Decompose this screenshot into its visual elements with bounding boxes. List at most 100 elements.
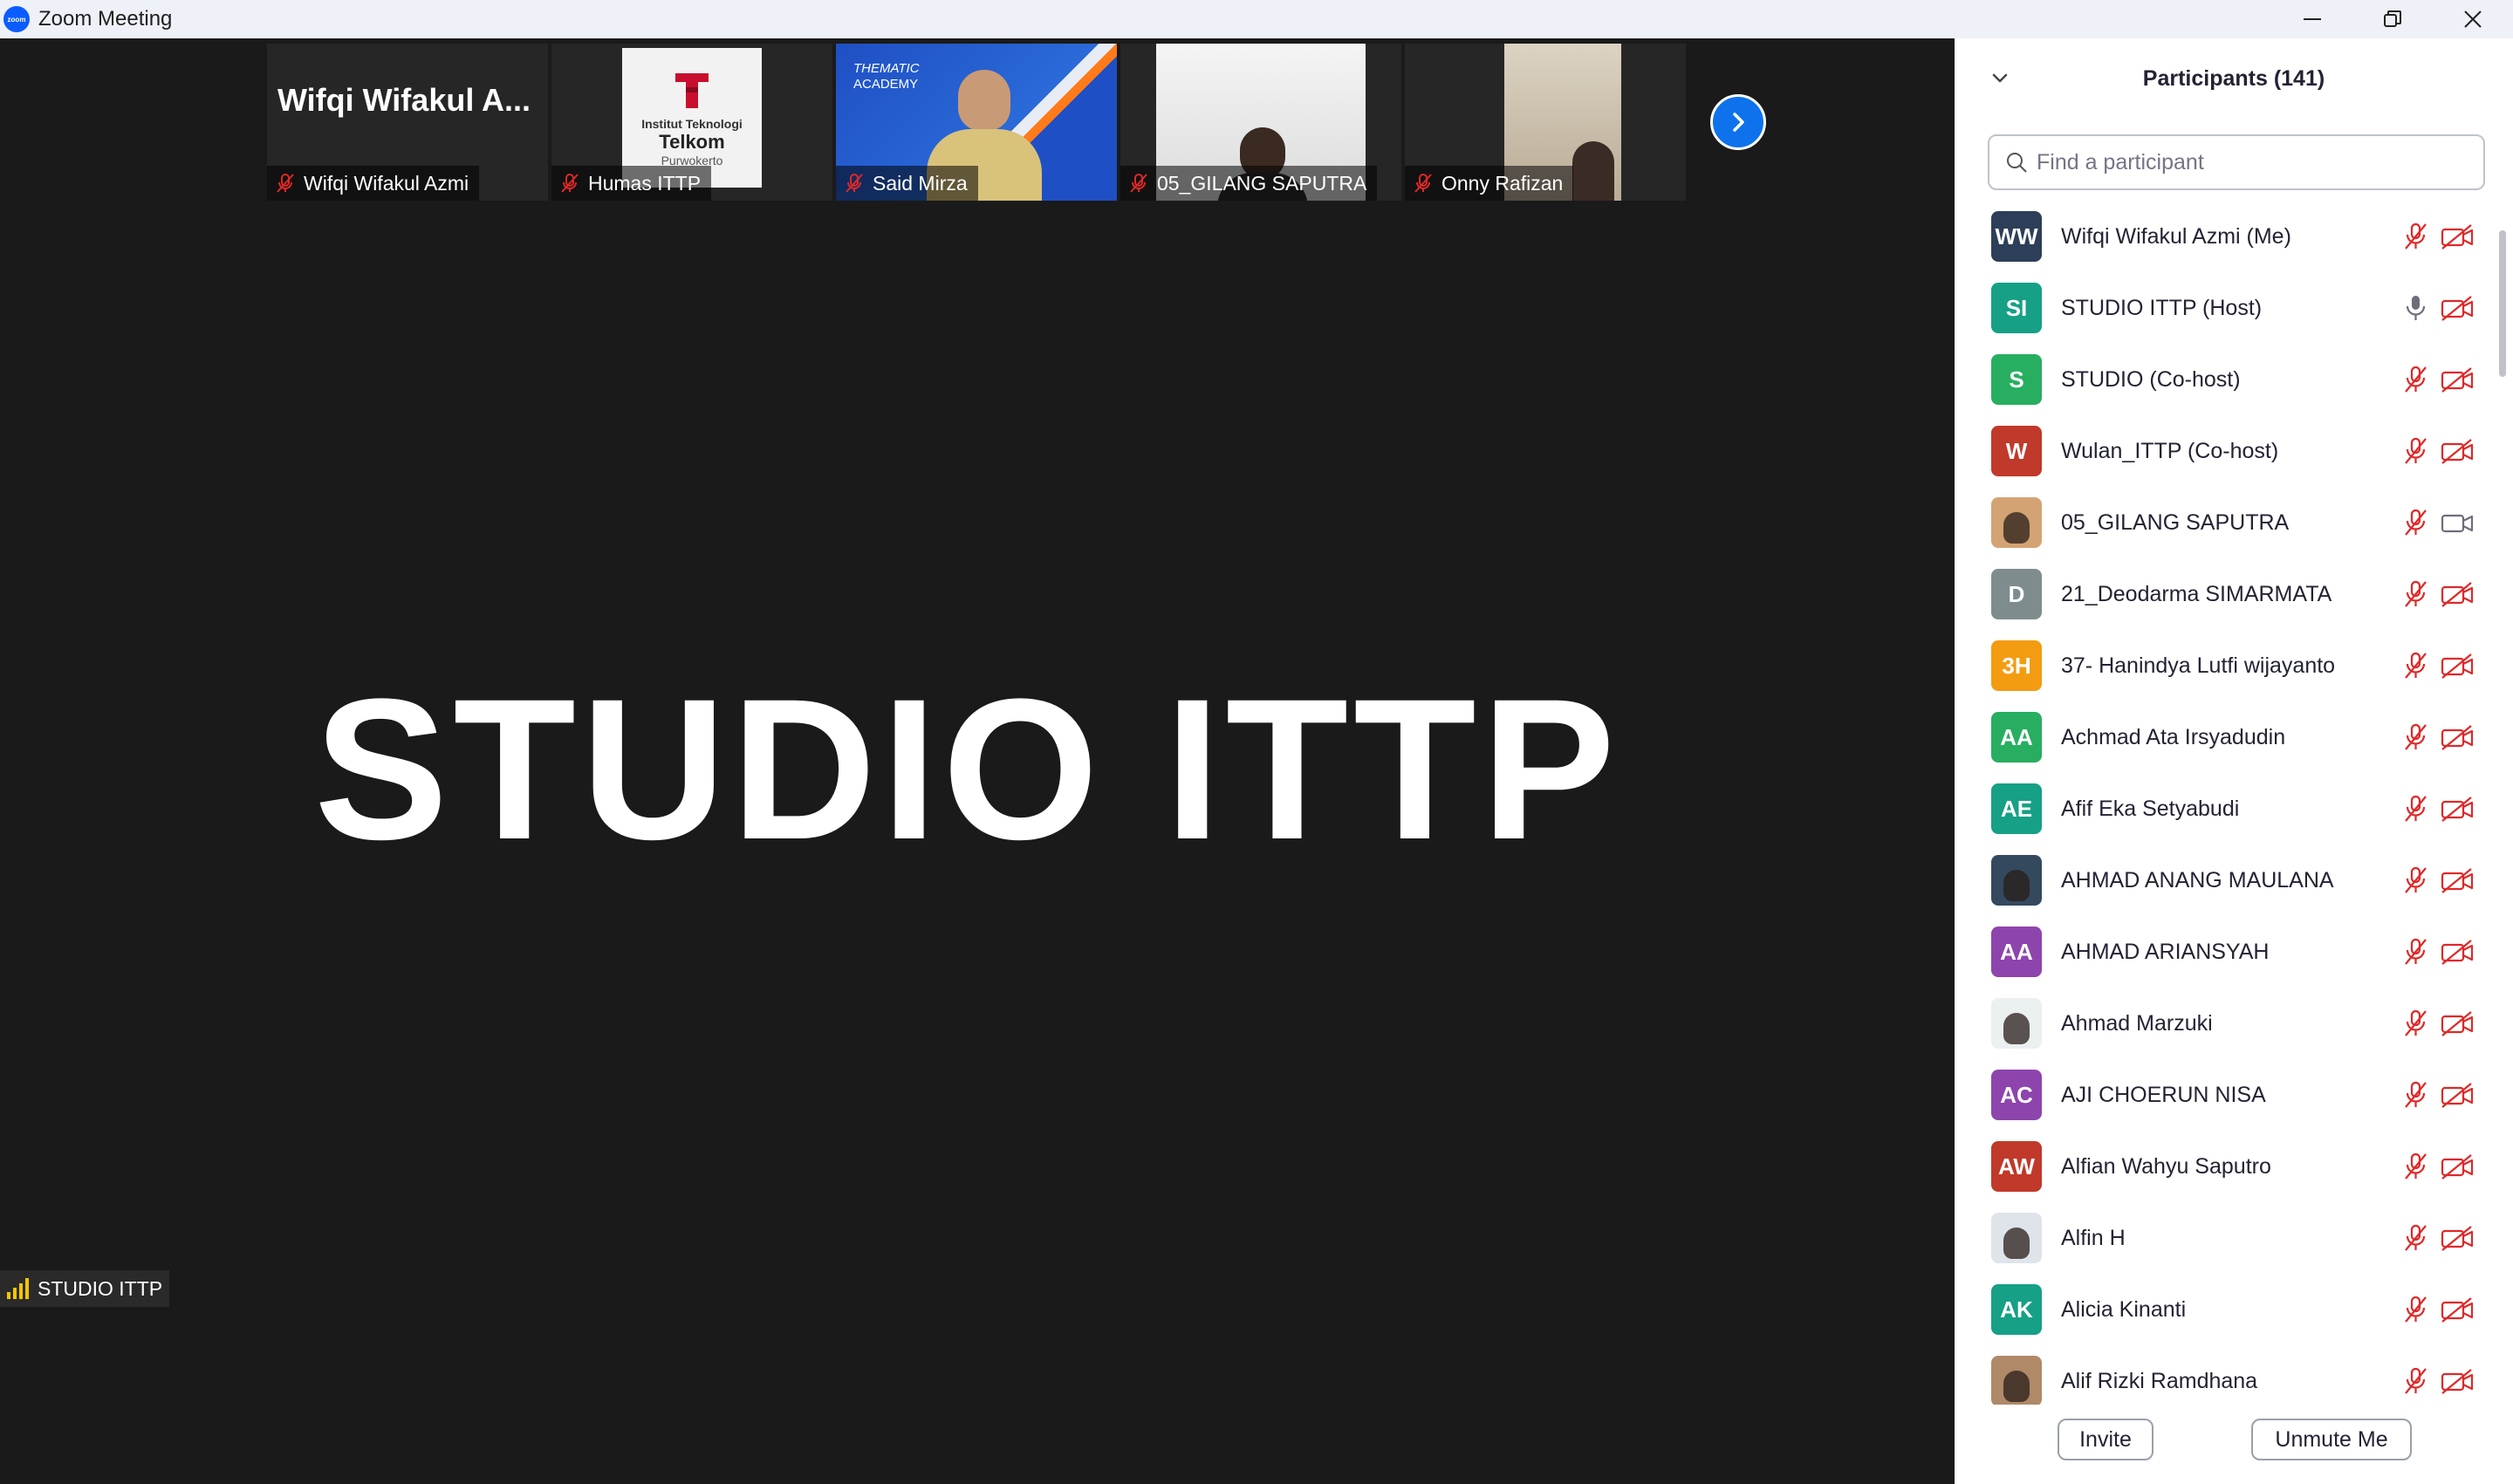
person-silhouette bbox=[1572, 141, 1614, 201]
muted-mic-icon[interactable] bbox=[2401, 1366, 2429, 1396]
video-off-icon[interactable] bbox=[2440, 651, 2475, 680]
muted-mic-icon[interactable] bbox=[2401, 651, 2429, 680]
participant-name: Achmad Ata Irsyadudin bbox=[2061, 724, 2286, 749]
participant-row[interactable]: 3H 37- Hanindya Lutfi wijayanto bbox=[1955, 630, 2496, 701]
muted-mic-icon[interactable] bbox=[2401, 1080, 2429, 1110]
video-tile[interactable]: Onny Rafizan bbox=[1405, 44, 1686, 201]
tile-name: Said Mirza bbox=[873, 171, 968, 195]
participant-photo-avatar bbox=[1991, 998, 2042, 1049]
participant-row[interactable]: AC AJI CHOERUN NISA bbox=[1955, 1059, 2496, 1131]
participant-name: AHMAD ANANG MAULANA bbox=[2061, 867, 2334, 892]
video-camera-icon[interactable] bbox=[2440, 508, 2475, 537]
participant-row[interactable]: SI STUDIO ITTP (Host) bbox=[1955, 272, 2496, 344]
video-tile[interactable]: Wifqi Wifakul A... Wifqi Wifakul Azmi bbox=[267, 44, 548, 201]
close-button[interactable] bbox=[2433, 0, 2513, 38]
restore-button[interactable] bbox=[2352, 0, 2433, 38]
next-page-button[interactable] bbox=[1710, 94, 1766, 150]
video-off-icon[interactable] bbox=[2440, 579, 2475, 609]
participant-avatar: AC bbox=[1991, 1070, 2042, 1120]
tile-big-name: Wifqi Wifakul A... bbox=[277, 82, 531, 118]
participant-row[interactable]: Alfin H bbox=[1955, 1202, 2496, 1274]
video-tile[interactable]: THEMATIC ACADEMY Said Mirza bbox=[836, 44, 1117, 201]
muted-mic-icon[interactable] bbox=[2401, 722, 2429, 752]
participant-row[interactable]: AA Achmad Ata Irsyadudin bbox=[1955, 701, 2496, 773]
muted-mic-icon[interactable] bbox=[2401, 365, 2429, 394]
participant-list-scrollbar[interactable] bbox=[2497, 192, 2508, 1431]
avatar-photo-icon bbox=[2003, 1228, 2030, 1259]
muted-mic-icon[interactable] bbox=[2401, 1152, 2429, 1181]
mic-icon[interactable] bbox=[2401, 293, 2429, 323]
participant-name: Ahmad Marzuki bbox=[2061, 1010, 2213, 1036]
muted-mic-icon[interactable] bbox=[2401, 508, 2429, 537]
tile-name: Wifqi Wifakul Azmi bbox=[304, 171, 469, 195]
video-off-icon[interactable] bbox=[2440, 365, 2475, 394]
video-off-icon[interactable] bbox=[2440, 293, 2475, 323]
avatar-initials: W bbox=[2005, 437, 2028, 464]
participant-row[interactable]: WW Wifqi Wifakul Azmi (Me) bbox=[1955, 201, 2496, 272]
muted-mic-icon[interactable] bbox=[2401, 436, 2429, 466]
video-off-icon[interactable] bbox=[2440, 937, 2475, 967]
video-tile[interactable]: Institut Teknologi Telkom Purwokerto Hum… bbox=[551, 44, 832, 201]
invite-button[interactable]: Invite bbox=[2058, 1419, 2154, 1460]
muted-mic-icon[interactable] bbox=[2401, 222, 2429, 251]
window-title: Zoom Meeting bbox=[38, 7, 173, 31]
restore-icon bbox=[2384, 10, 2401, 27]
video-off-icon[interactable] bbox=[2440, 865, 2475, 895]
video-off-icon[interactable] bbox=[2440, 1223, 2475, 1253]
title-bar: zoom Zoom Meeting bbox=[0, 0, 2513, 38]
participant-search[interactable] bbox=[1988, 134, 2485, 190]
video-off-icon[interactable] bbox=[2440, 1366, 2475, 1396]
participant-row[interactable]: AHMAD ANANG MAULANA bbox=[1955, 845, 2496, 916]
video-off-icon[interactable] bbox=[2440, 794, 2475, 824]
participant-row[interactable]: Alif Rizki Ramdhana bbox=[1955, 1345, 2496, 1405]
avatar-photo-icon bbox=[2003, 512, 2030, 544]
participant-avatar: WW bbox=[1991, 211, 2042, 262]
muted-mic-icon bbox=[561, 174, 579, 193]
avatar-initials: SI bbox=[2005, 294, 2028, 321]
video-off-icon[interactable] bbox=[2440, 436, 2475, 466]
participant-row[interactable]: W Wulan_ITTP (Co-host) bbox=[1955, 415, 2496, 487]
muted-mic-icon[interactable] bbox=[2401, 579, 2429, 609]
participant-row[interactable]: Ahmad Marzuki bbox=[1955, 988, 2496, 1059]
participants-panel: Participants (141) WW Wifqi Wifakul Azmi … bbox=[1955, 38, 2513, 1484]
participant-row[interactable]: D 21_Deodarma SIMARMATA bbox=[1955, 558, 2496, 630]
background-text-1: THEMATIC bbox=[853, 61, 920, 76]
unmute-me-button[interactable]: Unmute Me bbox=[2251, 1419, 2412, 1460]
muted-mic-icon bbox=[277, 174, 294, 193]
tile-label: Humas ITTP bbox=[551, 166, 712, 201]
tile-label: 05_GILANG SAPUTRA bbox=[1120, 166, 1378, 201]
participant-row[interactable]: AE Afif Eka Setyabudi bbox=[1955, 773, 2496, 845]
muted-mic-icon[interactable] bbox=[2401, 794, 2429, 824]
video-tile[interactable]: 05_GILANG SAPUTRA bbox=[1120, 44, 1401, 201]
video-off-icon[interactable] bbox=[2440, 722, 2475, 752]
minimize-button[interactable] bbox=[2272, 0, 2352, 38]
participant-row[interactable]: AK Alicia Kinanti bbox=[1955, 1274, 2496, 1345]
video-off-icon[interactable] bbox=[2440, 1009, 2475, 1038]
participant-row[interactable]: AW Alfian Wahyu Saputro bbox=[1955, 1131, 2496, 1202]
video-off-icon[interactable] bbox=[2440, 1152, 2475, 1181]
muted-mic-icon[interactable] bbox=[2401, 1295, 2429, 1324]
tile-name: Onny Rafizan bbox=[1441, 171, 1564, 195]
muted-mic-icon[interactable] bbox=[2401, 937, 2429, 967]
video-off-icon[interactable] bbox=[2440, 1295, 2475, 1324]
search-input[interactable] bbox=[2037, 149, 2455, 175]
participant-row[interactable]: 05_GILANG SAPUTRA bbox=[1955, 487, 2496, 558]
participant-row[interactable]: S STUDIO (Co-host) bbox=[1955, 344, 2496, 415]
chevron-down-icon[interactable] bbox=[1989, 68, 2010, 89]
video-off-icon[interactable] bbox=[2440, 1080, 2475, 1110]
avatar-initials: AC bbox=[2000, 1081, 2033, 1108]
panel-footer: Invite Unmute Me bbox=[1955, 1419, 2513, 1471]
muted-mic-icon[interactable] bbox=[2401, 865, 2429, 895]
logo-line-1: Institut Teknologi bbox=[641, 117, 743, 131]
avatar-initials: WW bbox=[1995, 222, 2038, 250]
participant-row[interactable]: AA AHMAD ARIANSYAH bbox=[1955, 916, 2496, 988]
scroll-thumb[interactable] bbox=[2499, 230, 2506, 377]
chevron-right-icon bbox=[1733, 113, 1744, 132]
muted-mic-icon[interactable] bbox=[2401, 1223, 2429, 1253]
avatar-initials: AK bbox=[2000, 1296, 2033, 1323]
muted-mic-icon[interactable] bbox=[2401, 1009, 2429, 1038]
participant-name: STUDIO (Co-host) bbox=[2061, 366, 2241, 392]
person-silhouette bbox=[958, 70, 1010, 131]
tile-name: Humas ITTP bbox=[588, 171, 702, 195]
video-off-icon[interactable] bbox=[2440, 222, 2475, 251]
